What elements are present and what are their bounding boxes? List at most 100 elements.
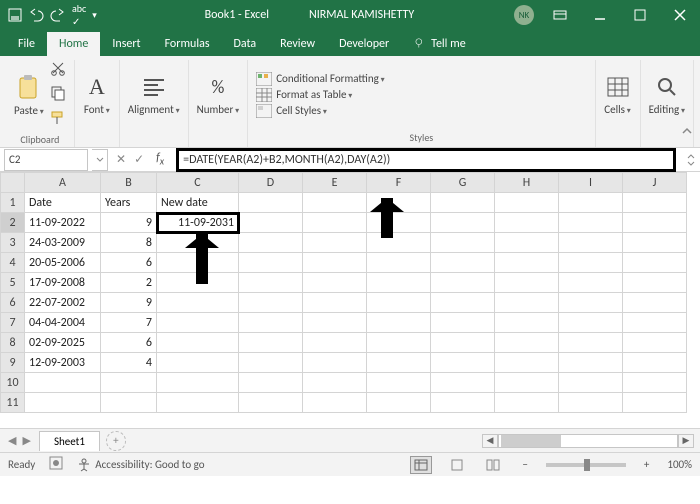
cell[interactable] — [495, 293, 559, 313]
ribbon-mode-icon[interactable] — [540, 0, 580, 30]
name-box[interactable]: C2 — [4, 149, 88, 171]
cell[interactable] — [431, 293, 495, 313]
cell[interactable] — [431, 253, 495, 273]
page-layout-view-button[interactable] — [446, 456, 468, 474]
row-header[interactable]: 10 — [1, 373, 25, 393]
cell[interactable] — [495, 213, 559, 233]
hscroll-thumb[interactable] — [501, 435, 561, 447]
worksheet-grid[interactable]: A B C D E F G H I J 1 Date Years New dat… — [0, 172, 700, 428]
macro-record-icon[interactable] — [49, 456, 63, 473]
hscroll-track[interactable] — [498, 434, 678, 448]
maximize-button[interactable] — [620, 0, 660, 30]
zoom-level[interactable]: 100% — [667, 458, 692, 471]
cell[interactable] — [101, 393, 157, 413]
cell[interactable] — [559, 313, 623, 333]
hscroll-left-button[interactable]: ◀ — [482, 434, 498, 448]
cell[interactable] — [157, 313, 239, 333]
cell[interactable] — [623, 293, 687, 313]
cell[interactable] — [431, 333, 495, 353]
cell[interactable] — [157, 253, 239, 273]
cell[interactable] — [25, 373, 101, 393]
sheet-nav-next-icon[interactable]: ▶ — [22, 434, 30, 447]
name-box-dropdown[interactable] — [92, 149, 108, 171]
cell[interactable] — [367, 273, 431, 293]
cell[interactable]: 8 — [101, 233, 157, 253]
font-button[interactable]: A Font — [83, 73, 111, 116]
paste-button[interactable]: Paste — [14, 74, 44, 117]
cell[interactable] — [157, 233, 239, 253]
copy-icon[interactable] — [50, 85, 66, 106]
cell[interactable] — [367, 213, 431, 233]
cell[interactable] — [495, 333, 559, 353]
row-header[interactable]: 5 — [1, 273, 25, 293]
sheet-tab[interactable]: Sheet1 — [39, 431, 100, 451]
col-header-g[interactable]: G — [431, 173, 495, 193]
column-headers[interactable]: A B C D E F G H I J — [1, 173, 687, 193]
minimize-button[interactable] — [580, 0, 620, 30]
col-header-h[interactable]: H — [495, 173, 559, 193]
cell[interactable] — [431, 313, 495, 333]
cell[interactable] — [431, 353, 495, 373]
cell[interactable] — [239, 233, 303, 253]
cell[interactable] — [559, 233, 623, 253]
cell[interactable] — [559, 373, 623, 393]
tab-developer[interactable]: Developer — [327, 32, 401, 56]
cell[interactable] — [559, 333, 623, 353]
cell[interactable] — [239, 373, 303, 393]
cell[interactable] — [431, 213, 495, 233]
hscroll-right-button[interactable]: ▶ — [678, 434, 694, 448]
number-button[interactable]: % Number — [197, 73, 240, 116]
row-header[interactable]: 11 — [1, 393, 25, 413]
cell[interactable] — [303, 393, 367, 413]
cell[interactable] — [559, 293, 623, 313]
cell[interactable] — [623, 233, 687, 253]
cell[interactable] — [559, 213, 623, 233]
cell[interactable] — [303, 213, 367, 233]
cell[interactable] — [495, 273, 559, 293]
cell[interactable] — [157, 393, 239, 413]
cell[interactable] — [303, 333, 367, 353]
add-sheet-button[interactable]: + — [106, 431, 126, 451]
col-header-i[interactable]: I — [559, 173, 623, 193]
cut-icon[interactable] — [50, 60, 66, 81]
cell[interactable] — [367, 373, 431, 393]
cell[interactable] — [559, 393, 623, 413]
row-header[interactable]: 4 — [1, 253, 25, 273]
cell[interactable] — [623, 313, 687, 333]
cell[interactable] — [431, 273, 495, 293]
cell[interactable]: 11-09-2031 — [157, 213, 239, 233]
zoom-out-button[interactable]: − — [518, 458, 531, 471]
expand-formula-bar-icon[interactable] — [682, 154, 700, 166]
cell[interactable] — [623, 353, 687, 373]
col-header-b[interactable]: B — [101, 173, 157, 193]
cell[interactable] — [239, 313, 303, 333]
tab-data[interactable]: Data — [222, 32, 269, 56]
cell[interactable] — [495, 193, 559, 213]
cell[interactable] — [623, 373, 687, 393]
sheet-nav-prev-icon[interactable]: ◀ — [8, 434, 16, 447]
cell[interactable] — [239, 273, 303, 293]
alignment-button[interactable]: Alignment — [128, 73, 180, 116]
col-header-f[interactable]: F — [367, 173, 431, 193]
tab-formulas[interactable]: Formulas — [153, 32, 222, 56]
cell[interactable] — [431, 373, 495, 393]
row-header[interactable]: 9 — [1, 353, 25, 373]
cell[interactable] — [623, 193, 687, 213]
cell[interactable] — [559, 193, 623, 213]
cell[interactable] — [495, 233, 559, 253]
cell[interactable] — [367, 313, 431, 333]
qat-dropdown-icon[interactable]: ▾ — [92, 10, 97, 21]
cancel-formula-icon[interactable]: ✕ — [116, 152, 126, 167]
row-header[interactable]: 2 — [1, 213, 25, 233]
cell[interactable]: 9 — [101, 293, 157, 313]
format-as-table-button[interactable]: Format as Table — [256, 88, 384, 102]
tab-review[interactable]: Review — [268, 32, 327, 56]
cell[interactable] — [239, 293, 303, 313]
cell[interactable] — [303, 193, 367, 213]
zoom-slider[interactable] — [546, 463, 626, 467]
cell[interactable]: 20-05-2006 — [25, 253, 101, 273]
cell[interactable] — [303, 253, 367, 273]
collapse-ribbon-icon[interactable] — [680, 124, 694, 143]
cell[interactable] — [367, 233, 431, 253]
cell[interactable] — [367, 293, 431, 313]
